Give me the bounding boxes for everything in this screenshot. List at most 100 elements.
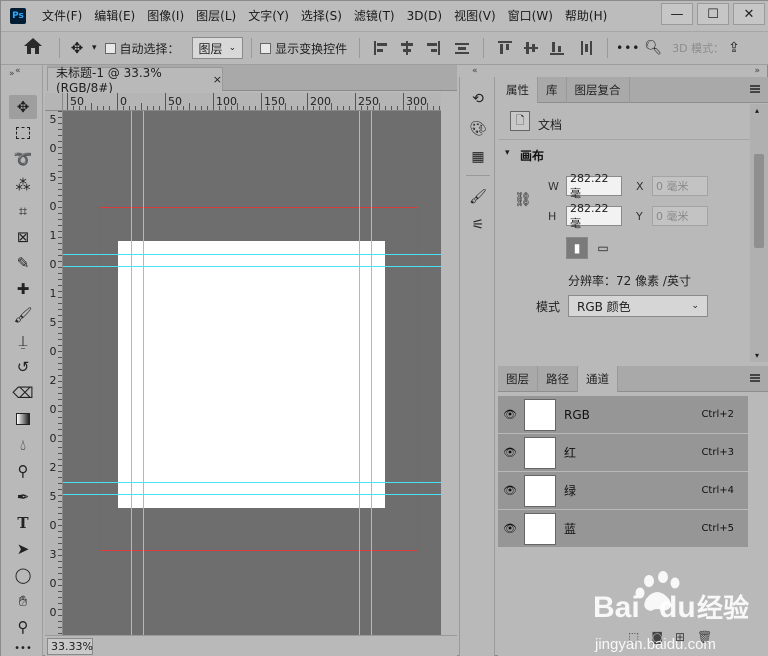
align-center-h-icon[interactable]: [399, 40, 415, 56]
stamp-tool-icon[interactable]: ⍊: [9, 329, 37, 353]
align-left-icon[interactable]: [373, 40, 389, 56]
auto-select-checkbox[interactable]: [104, 42, 116, 54]
crop-tool-icon[interactable]: ⌗: [9, 199, 37, 223]
marquee-tool-icon[interactable]: [9, 121, 37, 145]
menu-edit[interactable]: 编辑(E): [88, 1, 141, 31]
dock-collapse-icon[interactable]: «: [472, 66, 477, 76]
zoom-field[interactable]: 33.33%: [47, 637, 93, 655]
align-right-icon[interactable]: [425, 40, 441, 56]
close-icon[interactable]: ×: [213, 73, 222, 86]
maximize-button[interactable]: ☐: [697, 3, 729, 25]
close-button[interactable]: ✕: [733, 3, 765, 25]
guide-horizontal[interactable]: [63, 254, 441, 255]
color-mode-select[interactable]: RGB 颜色 ⌄: [568, 295, 708, 317]
eye-icon[interactable]: 👁︎: [498, 408, 522, 421]
hand-tool-icon[interactable]: ✋︎: [9, 589, 37, 613]
menu-view[interactable]: 视图(V): [448, 1, 502, 31]
menu-file[interactable]: 文件(F): [36, 1, 88, 31]
distribute-v-icon[interactable]: [578, 40, 594, 56]
menu-window[interactable]: 窗口(W): [502, 1, 559, 31]
panels-collapse-icon[interactable]: »: [754, 66, 759, 76]
guide-horizontal[interactable]: [63, 266, 441, 267]
menu-type[interactable]: 文字(Y): [242, 1, 295, 31]
load-selection-icon[interactable]: ⬚: [628, 630, 639, 644]
link-icon[interactable]: ⛓: [514, 192, 532, 208]
swatches-grid-icon[interactable]: ▦: [468, 147, 488, 167]
scrollbar-thumb[interactable]: [754, 154, 764, 248]
home-icon[interactable]: [23, 37, 45, 59]
gradient-tool-icon[interactable]: [9, 407, 37, 431]
align-top-icon[interactable]: [497, 40, 513, 56]
tabs-collapse-icon[interactable]: «: [15, 66, 20, 76]
canvas-workspace[interactable]: [63, 111, 441, 635]
move-tool-icon[interactable]: ✥: [9, 95, 37, 119]
channel-row-blue[interactable]: 👁︎ 蓝 Ctrl+5: [498, 510, 748, 548]
channel-row-red[interactable]: 👁︎ 红 Ctrl+3: [498, 434, 748, 472]
zoom-tool-icon[interactable]: ⚲: [9, 615, 37, 639]
tab-libraries[interactable]: 库: [538, 77, 567, 103]
tab-paths[interactable]: 路径: [538, 366, 578, 392]
menu-image[interactable]: 图像(I): [141, 1, 190, 31]
share-icon[interactable]: ⇪: [728, 40, 740, 56]
save-selection-icon[interactable]: ◙: [651, 630, 663, 644]
auto-select-dropdown[interactable]: 图层 ⌄: [191, 37, 244, 59]
document-tab[interactable]: 未标题-1 @ 33.3%(RGB/8#) ×: [47, 66, 223, 95]
tab-layer-comps[interactable]: 图层复合: [567, 77, 630, 103]
magic-wand-tool-icon[interactable]: ⁂: [9, 173, 37, 197]
eye-icon[interactable]: 👁︎: [498, 522, 522, 535]
history-brush-tool-icon[interactable]: ↺: [9, 355, 37, 379]
new-channel-icon[interactable]: ⊞: [675, 630, 685, 644]
blur-tool-icon[interactable]: 💧︎: [9, 433, 37, 457]
channel-row-rgb[interactable]: 👁︎ RGB Ctrl+2: [498, 396, 748, 434]
color-palette-icon[interactable]: 🎨︎: [468, 119, 488, 139]
align-bottom-icon[interactable]: [549, 40, 565, 56]
eye-icon[interactable]: 👁︎: [498, 484, 522, 497]
pen-tool-icon[interactable]: ✒: [9, 485, 37, 509]
brush-settings-icon[interactable]: 🖌︎: [468, 187, 488, 207]
channel-row-green[interactable]: 👁︎ 绿 Ctrl+4: [498, 472, 748, 510]
horizontal-ruler[interactable]: 50 0 50 100 150 200 250 300: [63, 93, 441, 111]
guide-horizontal[interactable]: [63, 482, 441, 483]
guide-vertical[interactable]: [359, 111, 360, 635]
frame-tool-icon[interactable]: ⊠: [9, 225, 37, 249]
eyedropper-tool-icon[interactable]: ✎: [9, 251, 37, 275]
adjustments-icon[interactable]: ⚟: [468, 215, 488, 235]
width-field[interactable]: 282.22 毫: [566, 172, 622, 200]
healing-brush-tool-icon[interactable]: ✚: [9, 277, 37, 301]
chevron-down-icon[interactable]: ▾: [505, 148, 510, 158]
search-icon[interactable]: 🔍︎: [644, 40, 662, 56]
guide-vertical[interactable]: [143, 111, 144, 635]
minimize-button[interactable]: —: [661, 3, 693, 25]
show-transform-checkbox[interactable]: [260, 42, 272, 54]
menu-help[interactable]: 帮助(H): [559, 1, 613, 31]
landscape-orientation-button[interactable]: ▭: [592, 237, 614, 259]
menu-3d[interactable]: 3D(D): [401, 1, 448, 31]
toolbox-collapse-icon[interactable]: »: [9, 69, 14, 79]
chevron-down-icon[interactable]: ▾: [92, 43, 97, 53]
trash-icon[interactable]: 🗑︎: [697, 630, 712, 644]
properties-scrollbar[interactable]: ▴ ▾: [750, 104, 768, 362]
path-selection-tool-icon[interactable]: ➤: [9, 537, 37, 561]
portrait-orientation-button[interactable]: ▮: [566, 237, 588, 259]
scroll-up-icon[interactable]: ▴: [755, 106, 759, 115]
height-field[interactable]: 282.22 毫: [566, 202, 622, 230]
guide-vertical[interactable]: [131, 111, 132, 635]
guide-horizontal[interactable]: [63, 494, 441, 495]
more-tools-icon[interactable]: •••: [9, 641, 37, 655]
ruler-corner[interactable]: [45, 93, 63, 111]
history-icon[interactable]: ⟲: [468, 89, 488, 109]
panel-menu-icon[interactable]: [750, 85, 760, 93]
align-middle-v-icon[interactable]: [523, 40, 539, 56]
scroll-down-icon[interactable]: ▾: [755, 351, 759, 360]
vertical-ruler[interactable]: 5 0 5 0 1 0 1 5 0 2 0 0 2 5 0 3 0 0: [45, 111, 63, 635]
distribute-icon[interactable]: [454, 40, 470, 56]
menu-filter[interactable]: 滤镜(T): [348, 1, 401, 31]
type-tool-icon[interactable]: T: [9, 511, 37, 535]
lasso-tool-icon[interactable]: ➰: [9, 147, 37, 171]
eye-icon[interactable]: 👁︎: [498, 446, 522, 459]
ellipse-tool-icon[interactable]: ◯: [9, 563, 37, 587]
tab-properties[interactable]: 属性: [498, 77, 538, 103]
brush-tool-icon[interactable]: 🖌︎: [9, 303, 37, 327]
menu-layer[interactable]: 图层(L): [190, 1, 242, 31]
dodge-tool-icon[interactable]: ⚲: [9, 459, 37, 483]
